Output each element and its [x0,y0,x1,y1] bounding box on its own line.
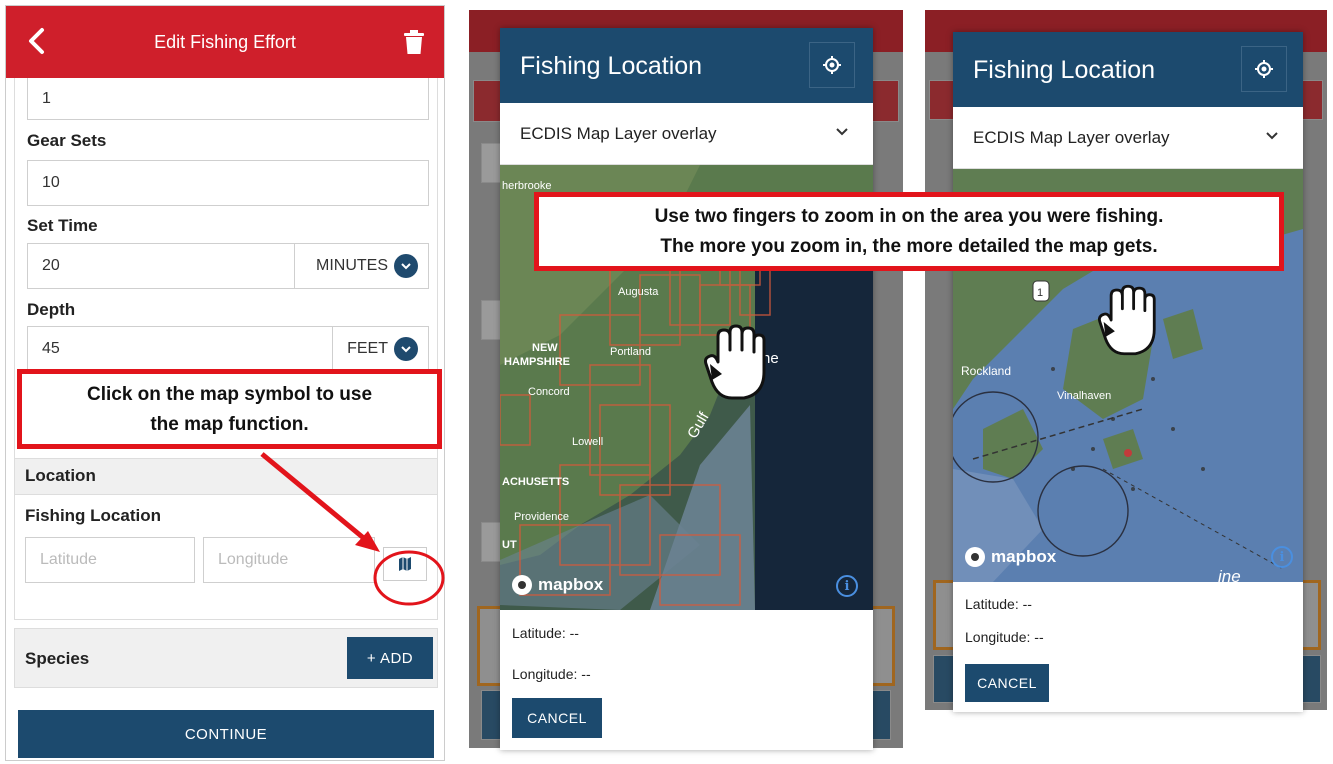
cancel-button[interactable]: CANCEL [512,698,602,738]
map-layer-value: ECDIS Map Layer overlay [520,123,717,143]
hand-pointer-icon [704,324,766,400]
mapbox-text: mapbox [538,575,604,594]
map-label-vinalhaven: Vinalhaven [1057,390,1111,402]
gear-sets-input[interactable]: 10 [27,160,429,206]
map-layer-value: ECDIS Map Layer overlay [973,127,1170,147]
fishing-location-modal-2: Fishing Location ECDIS Map Layer overlay [953,32,1303,712]
depth-unit-value: FEET [347,340,388,357]
fishing-location-label: Fishing Location [25,506,161,525]
cancel-button[interactable]: CANCEL [965,664,1049,702]
set-time-unit-select[interactable]: MINUTES [294,243,429,289]
add-species-button[interactable]: + ADD [347,637,433,679]
gear-sets-label: Gear Sets [27,131,107,150]
map-label-lowell: Lowell [572,436,603,448]
svg-text:1: 1 [1037,287,1043,299]
modal-title: Fishing Location [973,56,1156,84]
set-time-label: Set Time [27,216,98,235]
callout-line-2: the map function. [150,414,309,435]
map-button[interactable] [383,547,427,581]
mapbox-logo-icon [965,547,985,567]
modal-header: Fishing Location [500,28,873,103]
hand-pointer-icon [1098,284,1156,356]
map-symbol-callout: Click on the map symbol to use the map f… [17,369,442,449]
info-icon[interactable]: i [1271,546,1293,568]
map-icon [399,557,411,571]
app-header: Edit Fishing Effort [6,6,444,78]
set-time-unit-value: MINUTES [316,257,388,274]
latitude-input[interactable]: Latitude [25,537,195,583]
depth-input[interactable]: 45 [27,326,333,372]
map-layer-select[interactable]: ECDIS Map Layer overlay [953,107,1303,169]
location-target-icon [1255,60,1273,78]
trash-icon[interactable] [404,30,424,54]
depth-label: Depth [27,300,76,319]
mapbox-logo: mapbox [965,547,1056,567]
species-section-title: Species [25,649,90,668]
chevron-down-icon [394,337,418,361]
map-label-portland: Portland [610,346,651,358]
location-section-title: Location [25,466,96,485]
longitude-readout: Longitude: -- [965,629,1044,645]
mapbox-logo: mapbox [512,575,603,595]
map-label-new: NEW [532,342,558,354]
map-label-providence: Providence [514,511,569,523]
map-label-augusta: Augusta [618,286,659,298]
previous-field-input[interactable]: 1 [27,78,429,120]
map-label-concord: Concord [528,386,570,398]
location-target-icon [823,56,841,74]
map-label-ine: ine [1218,567,1241,582]
longitude-readout: Longitude: -- [512,666,591,682]
species-card: Species + ADD [14,628,438,688]
zoom-instruction-callout: Use two fingers to zoom in on the area y… [534,192,1284,271]
mapbox-logo-icon [512,575,532,595]
continue-button[interactable]: CONTINUE [18,710,434,758]
mapbox-text: mapbox [991,547,1057,566]
map-label-herbrooke: herbrooke [502,180,552,192]
map-label-rockland: Rockland [961,364,1011,378]
longitude-input[interactable]: Longitude [203,537,375,583]
chevron-down-icon [1266,132,1278,140]
map-layer-select[interactable]: ECDIS Map Layer overlay [500,103,873,165]
map-label-ut: UT [502,539,517,551]
depth-unit-select[interactable]: FEET [332,326,429,372]
modal-header: Fishing Location [953,32,1303,107]
modal-title: Fishing Location [520,52,703,80]
location-target-button[interactable] [809,42,855,88]
map-label-hampshire: HAMPSHIRE [504,356,570,368]
zoom-callout-line-1: Use two fingers to zoom in on the area y… [654,206,1164,227]
latitude-readout: Latitude: -- [512,625,579,641]
fishing-location-modal-1: Fishing Location ECDIS Map Layer overlay [500,28,873,750]
location-card: Location Fishing Location Latitude Longi… [14,458,438,620]
map-label-achusetts: ACHUSETTS [502,476,569,488]
header-title: Edit Fishing Effort [154,32,296,52]
latitude-readout: Latitude: -- [965,596,1032,612]
info-icon[interactable]: i [836,575,858,597]
chevron-down-icon [836,128,848,136]
chevron-down-icon [394,254,418,278]
location-target-button[interactable] [1241,46,1287,92]
callout-line-1: Click on the map symbol to use [86,384,373,405]
set-time-input[interactable]: 20 [27,243,295,289]
zoom-callout-line-2: The more you zoom in, the more detailed … [660,236,1158,257]
